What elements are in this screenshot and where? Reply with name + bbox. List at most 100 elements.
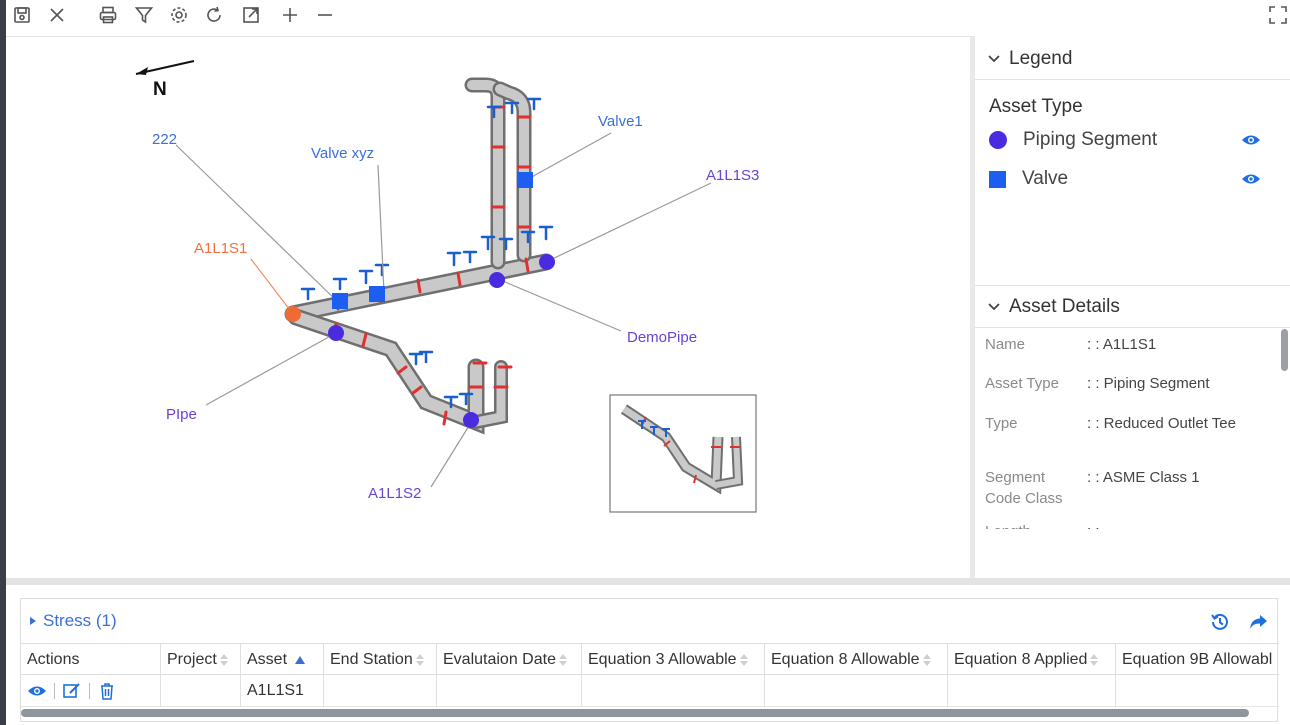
cell-equation-3-allowable: [582, 675, 765, 707]
edit-icon[interactable]: [62, 682, 82, 700]
delete-icon[interactable]: [97, 682, 117, 700]
stress-grid-title-text: Stress (1): [43, 611, 117, 630]
label-a1l1s1[interactable]: A1L1S1: [194, 240, 247, 257]
sort-icon: [739, 653, 748, 667]
divider: [54, 683, 55, 699]
detail-value: : : Piping Segment: [1087, 375, 1210, 392]
column-header-evaluation-date[interactable]: Evalutaion Date: [437, 644, 582, 676]
filter-icon[interactable]: [132, 3, 156, 27]
save-icon[interactable]: [10, 3, 34, 27]
legend-panel: Legend Asset Type Piping Segment Valve: [975, 38, 1290, 284]
zoom-in-icon[interactable]: [278, 3, 302, 27]
piping-model[interactable]: N: [6, 37, 970, 579]
column-header-equation-8-allowable[interactable]: Equation 8 Allowable: [765, 644, 948, 676]
cell-evaluation-date: [437, 675, 582, 707]
sort-icon: [219, 653, 228, 667]
valve-marker-222[interactable]: [369, 286, 385, 302]
detail-key: Length: [985, 521, 1085, 529]
sort-icon: [415, 653, 424, 667]
detail-value: : :: [1087, 521, 1237, 529]
column-header-project[interactable]: Project: [161, 644, 241, 676]
segment-marker-a1l1s1[interactable]: [285, 306, 301, 322]
row-actions: [21, 675, 161, 707]
label-pipe[interactable]: PIpe: [166, 406, 197, 423]
detail-key: Name: [985, 336, 1026, 353]
detail-key: Segment Code Class: [985, 469, 1063, 507]
column-header-equation-8-applied[interactable]: Equation 8 Applied: [948, 644, 1116, 676]
sort-ascending-icon: [295, 656, 306, 664]
column-header-asset[interactable]: Asset: [241, 644, 324, 676]
refresh-icon[interactable]: [202, 3, 226, 27]
zoom-out-icon[interactable]: [313, 3, 337, 27]
sort-icon: [922, 653, 931, 667]
toolbar: [6, 0, 1290, 30]
close-icon[interactable]: [45, 3, 69, 27]
cell-asset: A1L1S1: [241, 675, 324, 707]
column-header-equation-9b-allowable[interactable]: Equation 9B Allowabl: [1116, 644, 1279, 676]
asset-details-header[interactable]: Asset Details: [975, 286, 1290, 328]
segment-marker-pipe[interactable]: [328, 325, 344, 341]
divider: [89, 683, 90, 699]
chevron-down-icon: [988, 54, 1000, 62]
export-icon[interactable]: [239, 3, 263, 27]
stress-grid-title[interactable]: Stress (1): [29, 611, 117, 631]
cell-equation-9b-allowable: [1116, 675, 1279, 707]
details-scrollbar[interactable]: [1281, 329, 1288, 371]
square-icon: [989, 170, 1006, 188]
collapse-icon: [30, 617, 36, 625]
stress-grid: Stress (1) Actions Project Asset End Sta…: [20, 598, 1279, 722]
detail-value: : : ASME Class 1: [1087, 469, 1200, 486]
detail-key: Asset Type: [985, 375, 1059, 392]
print-icon[interactable]: [96, 3, 120, 27]
history-icon[interactable]: [1209, 611, 1231, 633]
label-a1l1s3[interactable]: A1L1S3: [706, 167, 759, 184]
grid-horizontal-scrollbar[interactable]: [21, 709, 1249, 717]
eye-icon[interactable]: [1241, 133, 1261, 147]
asset-details-panel: Asset Details Name : : A1L1S1 Asset Type…: [975, 285, 1290, 531]
view-icon[interactable]: [27, 682, 47, 700]
label-valve-xyz[interactable]: Valve xyz: [311, 145, 374, 162]
legend-title: Legend: [1009, 47, 1073, 69]
pipe-network: [284, 77, 555, 435]
detail-value: : : A1L1S1: [1087, 336, 1157, 353]
label-valve1[interactable]: Valve1: [598, 113, 643, 130]
cell-equation-8-allowable: [765, 675, 948, 707]
segment-marker-a1l1s3[interactable]: [539, 254, 555, 270]
circle-icon: [989, 131, 1007, 149]
eye-icon[interactable]: [1241, 172, 1261, 186]
column-header-equation-3-allowable[interactable]: Equation 3 Allowable: [582, 644, 765, 676]
asset-details-title: Asset Details: [1009, 295, 1120, 317]
legend-item-valve: Valve: [989, 168, 1279, 190]
settings-icon[interactable]: [167, 3, 191, 27]
asset-details-list[interactable]: Name : : A1L1S1 Asset Type : : Piping Se…: [975, 329, 1290, 529]
share-icon[interactable]: [1247, 611, 1269, 633]
chevron-down-icon: [988, 302, 1000, 310]
column-header-end-station[interactable]: End Station: [324, 644, 437, 676]
grid-header-row: Actions Project Asset End Station Evalut…: [21, 643, 1279, 676]
segment-marker-demopipe[interactable]: [489, 272, 505, 288]
fullscreen-icon[interactable]: [1266, 3, 1290, 27]
legend-item-piping-segment: Piping Segment: [989, 129, 1279, 151]
minimap[interactable]: [609, 394, 757, 513]
sort-icon: [558, 653, 567, 667]
segment-marker-a1l1s2[interactable]: [463, 412, 479, 428]
detail-value: : : Reduced Outlet Tee: [1087, 415, 1236, 432]
legend-item-label: Valve: [1022, 168, 1069, 189]
valve-marker-xyz[interactable]: [332, 293, 348, 309]
north-arrow: [135, 60, 195, 75]
sort-icon: [1090, 653, 1099, 667]
column-header-actions[interactable]: Actions: [21, 644, 161, 676]
legend-header[interactable]: Legend: [975, 38, 1290, 80]
label-222[interactable]: 222: [152, 131, 177, 148]
label-demopipe[interactable]: DemoPipe: [627, 329, 697, 346]
cell-project: [161, 675, 241, 707]
legend-subtitle: Asset Type: [989, 96, 1083, 117]
valve-marker-valve1[interactable]: [517, 172, 533, 188]
label-a1l1s2[interactable]: A1L1S2: [368, 485, 421, 502]
horizontal-splitter[interactable]: [6, 578, 1290, 585]
isometric-view[interactable]: N 222 Valve xyz Valve1 A1L1S3 A1L1S1 Dem…: [6, 36, 970, 578]
detail-key: Type: [985, 415, 1018, 432]
legend-item-label: Piping Segment: [1023, 129, 1158, 150]
table-row[interactable]: A1L1S1: [21, 675, 1279, 707]
north-label: N: [153, 79, 167, 100]
